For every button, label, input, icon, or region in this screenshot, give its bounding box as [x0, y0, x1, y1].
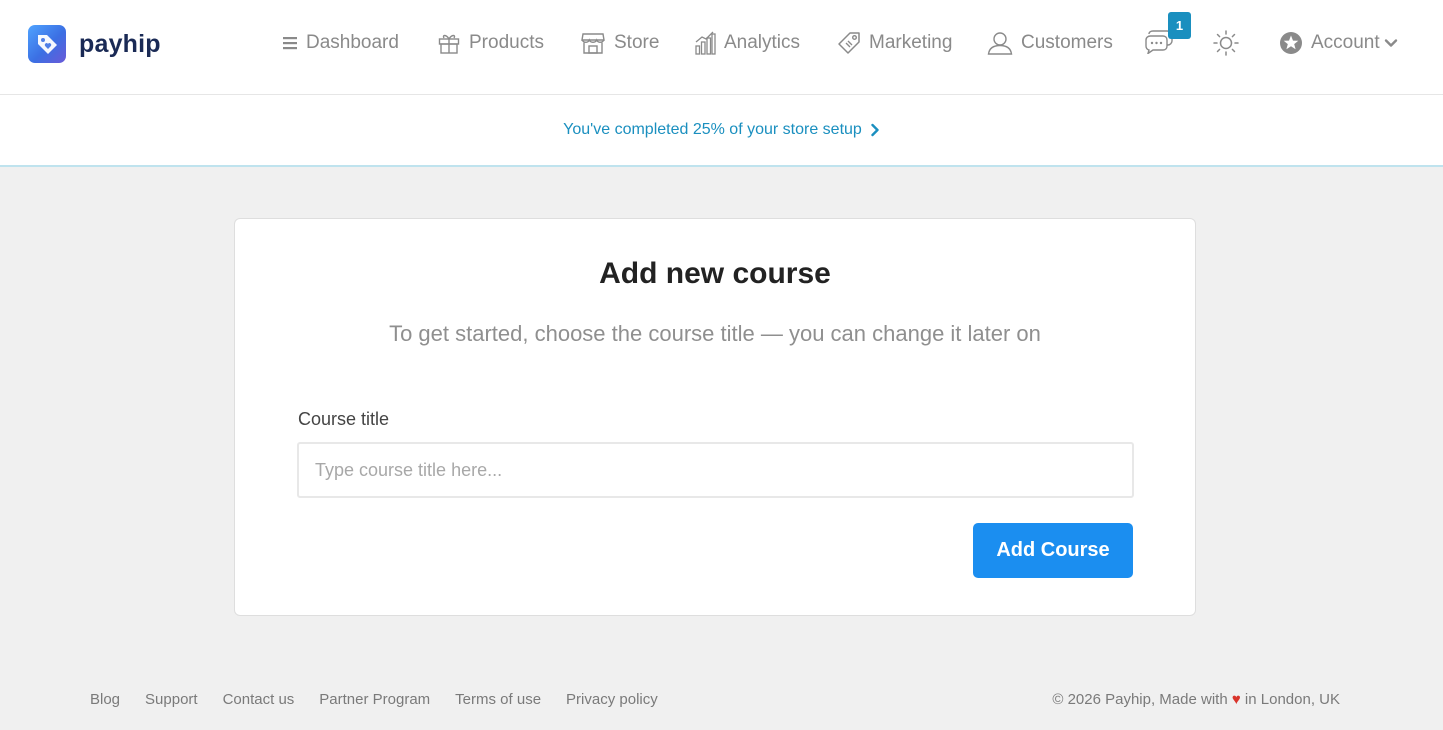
brand-name: payhip — [79, 29, 161, 58]
top-navigation-bar: payhip Dashboard Products Store Analytic… — [0, 0, 1443, 95]
nav-store[interactable]: Store — [580, 31, 659, 55]
course-title-input[interactable] — [297, 442, 1134, 498]
copyright-suffix: in London, UK — [1244, 691, 1340, 708]
heart-icon: ♥ — [1231, 691, 1241, 708]
footer-link-contact[interactable]: Contact us — [223, 691, 295, 708]
nav-account[interactable]: Account — [1279, 31, 1398, 55]
user-icon — [987, 32, 1013, 55]
theme-toggle[interactable] — [1212, 29, 1248, 57]
chevron-down-icon — [1384, 39, 1397, 47]
star-badge-icon — [1280, 32, 1302, 54]
footer-link-privacy[interactable]: Privacy policy — [566, 691, 658, 708]
copyright-prefix: © 2026 Payhip, Made with — [1052, 691, 1228, 708]
sun-icon — [1213, 30, 1239, 56]
footer-links: Blog Support Contact us Partner Program … — [90, 691, 683, 708]
tag-icon — [838, 32, 860, 54]
page-subtitle: To get started, choose the course title … — [389, 321, 1041, 346]
footer-link-partner-program[interactable]: Partner Program — [319, 691, 430, 708]
nav-customers-label: Customers — [1021, 32, 1113, 53]
payhip-logo[interactable]: payhip — [28, 25, 161, 63]
nav-products-label: Products — [469, 32, 544, 53]
store-setup-link[interactable]: You've completed 25% of your store setup — [563, 121, 880, 139]
nav-marketing[interactable]: Marketing — [837, 31, 952, 55]
footer-link-support[interactable]: Support — [145, 691, 198, 708]
nav-analytics-label: Analytics — [724, 32, 801, 53]
gift-icon — [438, 34, 460, 54]
messages-count-badge: 1 — [1168, 12, 1191, 39]
course-title-label: Course title — [298, 409, 390, 429]
nav-products[interactable]: Products — [437, 31, 544, 55]
nav-marketing-label: Marketing — [869, 32, 953, 53]
nav-dashboard[interactable]: Dashboard — [282, 32, 399, 54]
store-setup-text: You've completed 25% of your store setup — [563, 121, 862, 138]
add-course-button[interactable]: Add Course — [973, 523, 1133, 578]
store-setup-banner: You've completed 25% of your store setup — [0, 95, 1443, 167]
nav-analytics[interactable]: Analytics — [694, 31, 800, 55]
menu-icon — [283, 37, 297, 50]
nav-account-label: Account — [1311, 32, 1380, 53]
logo-tag-icon — [28, 25, 66, 63]
footer-link-blog[interactable]: Blog — [90, 691, 120, 708]
nav-store-label: Store — [614, 32, 660, 53]
footer-copyright: © 2026 Payhip, Made with ♥ in London, UK — [1052, 691, 1340, 708]
page-title: Add new course — [599, 257, 831, 290]
nav-customers[interactable]: Customers — [987, 31, 1113, 55]
analytics-icon — [695, 31, 716, 55]
footer-link-terms[interactable]: Terms of use — [455, 691, 541, 708]
store-icon — [581, 33, 605, 54]
add-course-card: Add new course To get started, choose th… — [234, 218, 1196, 616]
nav-dashboard-label: Dashboard — [306, 32, 399, 53]
chevron-right-icon — [871, 123, 879, 137]
